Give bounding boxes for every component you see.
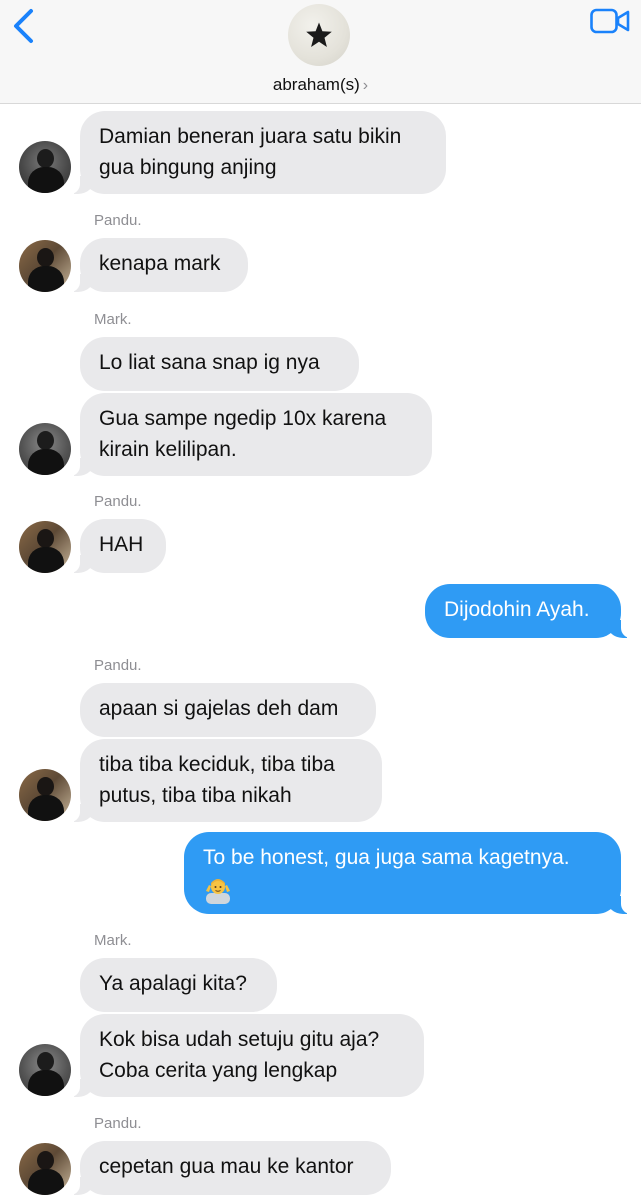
sender-avatar[interactable]	[19, 240, 71, 292]
message-text-line: kirain kelilipan.	[99, 438, 237, 461]
person-shrugging-emoji	[206, 879, 230, 904]
group-name-button[interactable]: abraham(s) ›	[0, 75, 641, 95]
sender-name: Pandu.	[94, 212, 142, 229]
message-bubble[interactable]: cepetan gua mau ke kantor	[70, 1141, 391, 1195]
back-button[interactable]	[10, 8, 40, 44]
conversation-header: abraham(s) ›	[0, 0, 641, 104]
sender-avatar[interactable]	[19, 423, 71, 475]
chevron-left-icon	[14, 9, 33, 43]
sender-name: Mark.	[94, 932, 132, 949]
sender-avatar[interactable]	[19, 769, 71, 821]
message-text: To be honest, gua juga sama kagetnya.	[203, 846, 570, 869]
sender-avatar[interactable]	[19, 141, 71, 193]
message-text-line: tiba tiba keciduk, tiba tiba	[99, 753, 335, 776]
message-text-line: Damian beneran juara satu bikin	[99, 125, 402, 148]
sender-name: Pandu.	[94, 657, 142, 674]
star-icon	[306, 22, 332, 47]
message-bubble[interactable]: Damian beneran juara satu bikin gua bing…	[70, 111, 446, 194]
message-text: Ya apalagi kita?	[99, 972, 247, 995]
message-text: apaan si gajelas deh dam	[99, 697, 339, 720]
message-bubble[interactable]: Kok bisa udah setuju gitu aja? Coba ceri…	[70, 1014, 424, 1097]
chevron-right-icon: ›	[362, 77, 369, 94]
message-text: HAH	[99, 533, 144, 556]
message-text-line: Gua sampe ngedip 10x karena	[99, 407, 387, 430]
message-bubble-outgoing[interactable]: To be honest, gua juga sama kagetnya.	[184, 832, 631, 914]
message-bubble[interactable]: HAH	[70, 519, 166, 573]
message-bubble[interactable]: Ya apalagi kita?	[80, 958, 277, 1012]
sender-avatar[interactable]	[19, 1143, 71, 1195]
sender-name: Pandu.	[94, 1115, 142, 1132]
message-text-line: Coba cerita yang lengkap	[99, 1059, 338, 1082]
message-bubble[interactable]: tiba tiba keciduk, tiba tiba putus, tiba…	[70, 739, 382, 822]
video-camera-icon	[590, 8, 630, 34]
sender-name: Pandu.	[94, 493, 142, 510]
group-avatar[interactable]	[288, 4, 350, 66]
sender-avatar[interactable]	[19, 1044, 71, 1096]
video-call-button[interactable]	[590, 8, 630, 34]
message-text: Lo liat sana snap ig nya	[99, 351, 320, 374]
message-bubble-outgoing[interactable]: Dijodohin Ayah.	[425, 584, 631, 638]
message-bubble[interactable]: Lo liat sana snap ig nya	[80, 337, 359, 391]
group-name: abraham(s)	[272, 75, 360, 94]
message-text: kenapa mark	[99, 252, 221, 275]
message-bubble[interactable]: apaan si gajelas deh dam	[80, 683, 376, 737]
message-bubble[interactable]: kenapa mark	[70, 238, 248, 292]
message-text: cepetan gua mau ke kantor	[99, 1155, 354, 1178]
message-bubble[interactable]: Gua sampe ngedip 10x karena kirain kelil…	[70, 393, 432, 476]
message-text-line: Kok bisa udah setuju gitu aja?	[99, 1028, 380, 1051]
message-text-line: gua bingung anjing	[99, 156, 277, 179]
message-text: Dijodohin Ayah.	[444, 598, 590, 621]
sender-avatar[interactable]	[19, 521, 71, 573]
message-text-line: putus, tiba tiba nikah	[99, 784, 292, 807]
sender-name: Mark.	[94, 311, 132, 328]
